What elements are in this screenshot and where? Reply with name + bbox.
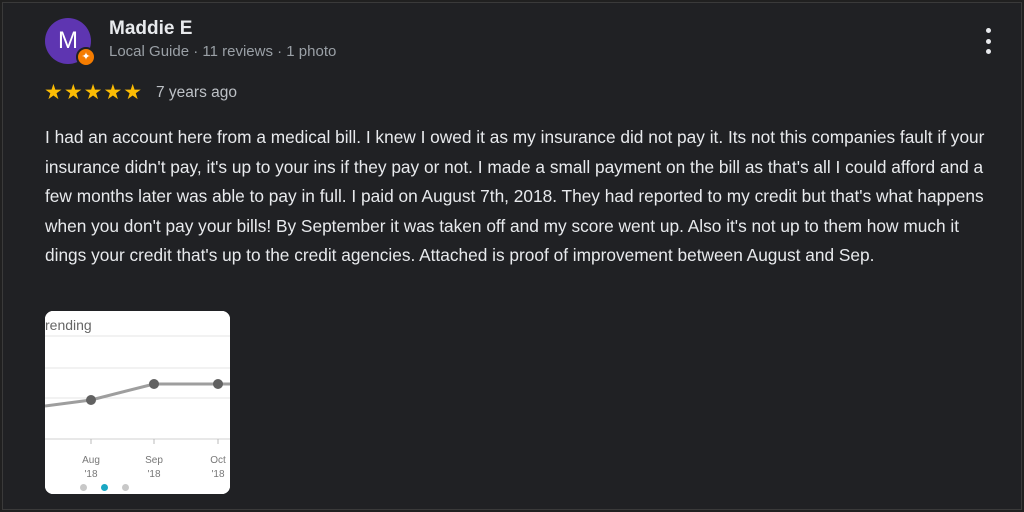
x-label-year: '18 (211, 469, 224, 480)
pagination-dot[interactable] (80, 484, 87, 491)
reviewer-name[interactable]: Maddie E (109, 18, 192, 40)
x-label-month: Aug (82, 455, 100, 466)
local-guide-icon: ✦ (76, 47, 96, 67)
pagination-dot[interactable] (122, 484, 129, 491)
x-label-month: Oct (210, 455, 226, 466)
chart-point (149, 379, 159, 389)
x-label-month: Sep (145, 455, 163, 466)
more-vert-icon[interactable] (984, 28, 992, 54)
review-photo[interactable]: rending Aug '18 Sep '18 Oct '18 (45, 311, 230, 494)
avatar-initial: M (58, 27, 78, 54)
photo-pagination (80, 484, 129, 491)
pagination-dot-active[interactable] (101, 484, 108, 491)
chart-point (213, 379, 223, 389)
chart-caption: rending (45, 317, 92, 333)
star-rating: ★★★★★ (44, 81, 144, 104)
credit-trend-chart: rending Aug '18 Sep '18 Oct '18 (45, 311, 230, 494)
chart-point (86, 395, 96, 405)
x-label-year: '18 (147, 469, 160, 480)
review-age: 7 years ago (156, 84, 237, 101)
reviewer-meta: Local Guide · 11 reviews · 1 photo (109, 43, 337, 60)
x-label-year: '18 (84, 469, 97, 480)
review-text: I had an account here from a medical bil… (45, 127, 985, 265)
